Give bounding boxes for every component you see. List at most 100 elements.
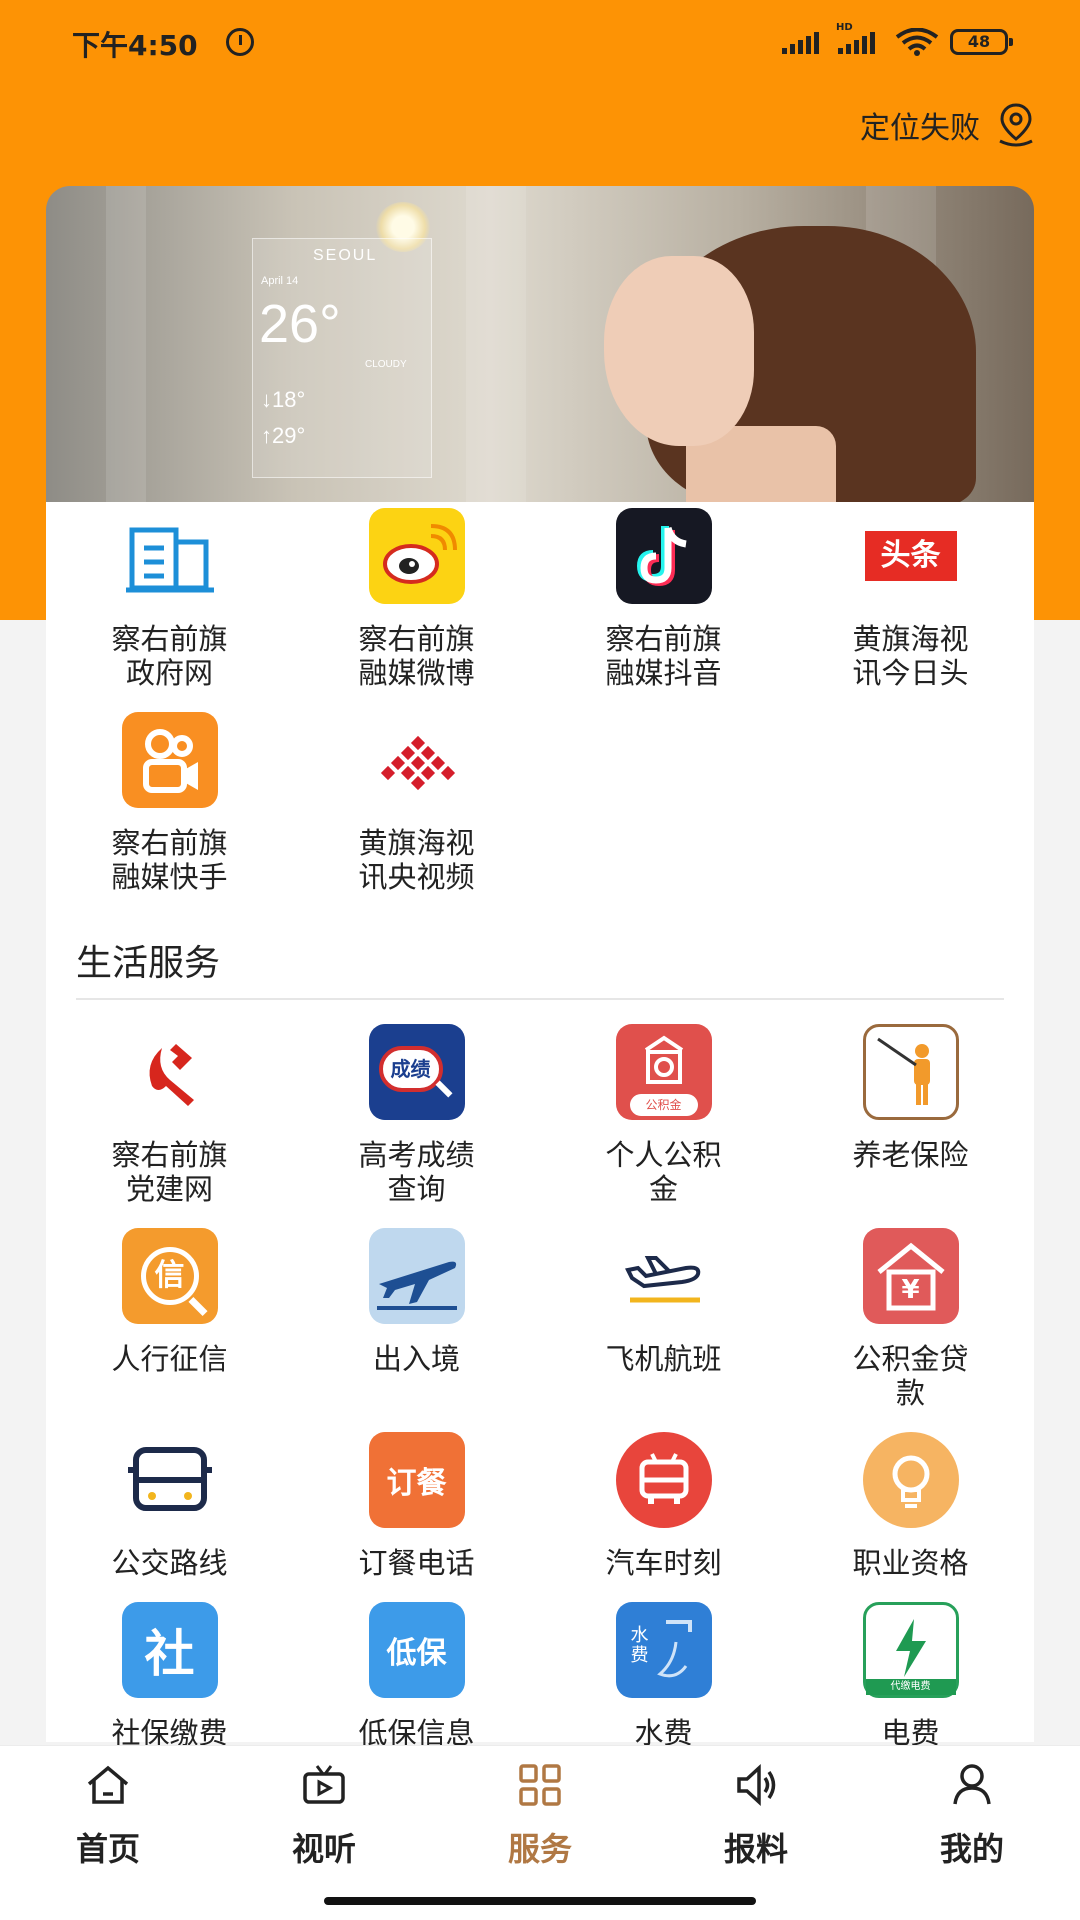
service-fund-loan[interactable]: ¥ 公积金贷 款 bbox=[787, 1228, 1034, 1410]
media-item-government[interactable]: 察右前旗 政府网 bbox=[46, 508, 293, 690]
bookshelf-decor bbox=[466, 186, 526, 502]
media-item-label: 察右前旗 融媒微博 bbox=[358, 622, 475, 690]
government-building-icon bbox=[122, 508, 218, 604]
location-text: 定位失败 bbox=[860, 111, 980, 146]
kuaishou-icon bbox=[121, 712, 218, 808]
bus-icon bbox=[122, 1432, 218, 1528]
subsistence-text: 低保 bbox=[386, 1636, 447, 1671]
bookshelf-decor bbox=[106, 186, 146, 502]
promo-banner[interactable]: SEOUL April 14 26° CLOUDY ↓18° ↑29° bbox=[46, 186, 1034, 502]
service-social-security[interactable]: 社 社保缴费 bbox=[46, 1602, 293, 1750]
signal-hd-icon bbox=[838, 30, 875, 54]
section-title-life-services: 生活服务 bbox=[76, 943, 221, 984]
status-bar: 下午4:50 HD 48 bbox=[0, 0, 1080, 90]
service-water-fee[interactable]: 水费 水费 bbox=[540, 1602, 787, 1750]
media-item-kuaishou[interactable]: 察右前旗 融媒快手 bbox=[46, 712, 293, 894]
media-item-cctv-video[interactable]: 黄旗海视 讯央视频 bbox=[293, 712, 540, 894]
electricity-badge: 代缴电费 bbox=[865, 1679, 956, 1695]
service-label: 出入境 bbox=[372, 1342, 460, 1376]
home-indicator[interactable] bbox=[324, 1897, 756, 1905]
weather-date: April 14 bbox=[261, 275, 299, 287]
alarm-icon bbox=[226, 28, 254, 56]
service-car-schedule[interactable]: 汽车时刻 bbox=[540, 1432, 787, 1580]
tab-label: 首页 bbox=[75, 1830, 140, 1868]
services-card: 察右前旗 政府网 察右前旗 融媒微博 察右前旗 融媒抖音 头条 黄旗海视 讯今日… bbox=[46, 502, 1034, 1750]
house-loan-icon: ¥ bbox=[862, 1228, 959, 1324]
media-item-label: 黄旗海视 讯今日头 bbox=[852, 622, 969, 690]
toutiao-badge: 头条 bbox=[864, 531, 957, 581]
service-label: 飞机航班 bbox=[605, 1342, 722, 1376]
electricity-icon: 代缴电费 bbox=[862, 1602, 959, 1698]
subsistence-icon: 低保 bbox=[368, 1602, 465, 1698]
cctv-video-icon bbox=[369, 712, 465, 808]
toutiao-icon: 头条 bbox=[863, 508, 959, 604]
weather-high: ↓18° bbox=[261, 387, 306, 412]
service-label: 订餐电话 bbox=[358, 1546, 475, 1580]
credit-icon: 信 bbox=[121, 1228, 218, 1324]
exam-score-icon: 成绩 bbox=[368, 1024, 465, 1120]
section-divider bbox=[76, 998, 1004, 1000]
service-label: 人行征信 bbox=[111, 1342, 228, 1376]
service-label: 察右前旗 党建网 bbox=[111, 1138, 228, 1206]
weather-overlay: SEOUL April 14 26° CLOUDY ↓18° ↑29° bbox=[252, 238, 432, 478]
banner-person-face bbox=[604, 256, 754, 446]
service-subsistence[interactable]: 低保 低保信息 bbox=[293, 1602, 540, 1750]
media-item-weibo[interactable]: 察右前旗 融媒微博 bbox=[293, 508, 540, 690]
weather-condition: CLOUDY bbox=[365, 359, 407, 370]
service-label: 公交路线 bbox=[111, 1546, 228, 1580]
flight-icon bbox=[616, 1228, 712, 1324]
service-pension[interactable]: 养老保险 bbox=[787, 1024, 1034, 1172]
housing-fund-icon: 公积金 bbox=[615, 1024, 712, 1120]
grid-icon bbox=[519, 1764, 561, 1806]
map-pin-icon bbox=[999, 103, 1033, 147]
order-food-text: 订餐 bbox=[386, 1466, 447, 1501]
media-item-toutiao[interactable]: 头条 黄旗海视 讯今日头 bbox=[787, 508, 1034, 690]
credit-badge: 信 bbox=[140, 1247, 199, 1305]
home-icon bbox=[87, 1765, 129, 1804]
battery-indicator: 48 bbox=[950, 29, 1013, 55]
status-time: 下午4:50 bbox=[72, 29, 198, 62]
service-housing-fund[interactable]: 公积金 个人公积 金 bbox=[540, 1024, 787, 1206]
media-item-label: 察右前旗 政府网 bbox=[111, 622, 228, 690]
social-security-icon: 社 bbox=[121, 1602, 218, 1698]
pension-icon bbox=[862, 1024, 959, 1120]
tab-label: 我的 bbox=[939, 1830, 1004, 1868]
service-immigration[interactable]: 出入境 bbox=[293, 1228, 540, 1376]
service-label: 养老保险 bbox=[852, 1138, 969, 1172]
service-qualification[interactable]: 职业资格 bbox=[787, 1432, 1034, 1580]
location-button[interactable]: 定位失败 bbox=[860, 100, 1040, 150]
tab-label: 服务 bbox=[507, 1830, 572, 1868]
party-emblem-icon bbox=[122, 1024, 218, 1120]
order-food-icon: 订餐 bbox=[368, 1432, 465, 1528]
service-label: 公积金贷 款 bbox=[852, 1342, 969, 1410]
service-bus-route[interactable]: 公交路线 bbox=[46, 1432, 293, 1580]
tab-mine[interactable]: 我的 bbox=[864, 1746, 1080, 1906]
service-label: 汽车时刻 bbox=[605, 1546, 722, 1580]
service-party-building[interactable]: 察右前旗 党建网 bbox=[46, 1024, 293, 1206]
service-flights[interactable]: 飞机航班 bbox=[540, 1228, 787, 1376]
tab-label: 视听 bbox=[291, 1830, 356, 1868]
speaker-icon bbox=[737, 1764, 776, 1806]
wifi-icon bbox=[895, 28, 939, 56]
tab-home[interactable]: 首页 bbox=[0, 1746, 216, 1906]
signal-icon bbox=[782, 30, 819, 54]
service-credit[interactable]: 信 人行征信 bbox=[46, 1228, 293, 1376]
magnifier-handle bbox=[187, 1296, 208, 1317]
user-icon bbox=[953, 1764, 991, 1805]
tab-services[interactable]: 服务 bbox=[432, 1746, 648, 1906]
service-order-food[interactable]: 订餐 订餐电话 bbox=[293, 1432, 540, 1580]
housing-fund-badge: 公积金 bbox=[629, 1094, 698, 1116]
service-exam-score[interactable]: 成绩 高考成绩 查询 bbox=[293, 1024, 540, 1206]
tab-label: 报料 bbox=[723, 1830, 788, 1868]
service-label: 职业资格 bbox=[852, 1546, 969, 1580]
tv-play-icon bbox=[303, 1765, 345, 1804]
media-item-douyin[interactable]: 察右前旗 融媒抖音 bbox=[540, 508, 787, 690]
tab-audio-video[interactable]: 视听 bbox=[216, 1746, 432, 1906]
car-schedule-icon bbox=[615, 1432, 712, 1528]
weather-city: SEOUL bbox=[313, 247, 378, 264]
service-electricity[interactable]: 代缴电费 电费 bbox=[787, 1602, 1034, 1750]
exam-score-badge: 成绩 bbox=[378, 1046, 443, 1092]
service-label: 个人公积 金 bbox=[605, 1138, 722, 1206]
water-fee-icon: 水费 bbox=[615, 1602, 712, 1698]
tab-report[interactable]: 报料 bbox=[648, 1746, 864, 1906]
